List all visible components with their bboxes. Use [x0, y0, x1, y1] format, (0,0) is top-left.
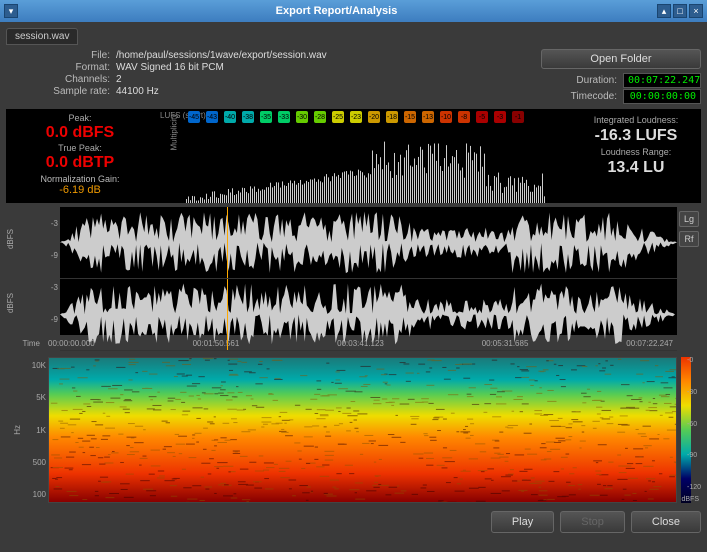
file-value: /home/paul/sessions/1wave/export/session… [116, 50, 327, 61]
lufs-marker: -30 [296, 111, 308, 123]
lufs-marker: -38 [242, 111, 254, 123]
norm-value: -6.19 dB [10, 184, 150, 196]
truepeak-value: 0.0 dBTP [10, 154, 150, 172]
rf-button[interactable]: Rf [679, 231, 699, 247]
samplerate-value: 44100 Hz [116, 86, 159, 97]
color-scale: -0 -30 -60 -90 -120 dBFS [677, 357, 701, 503]
range-label: Loudness Range: [577, 147, 695, 157]
format-value: WAV Signed 16 bit PCM [116, 62, 224, 73]
wave-tick: -9 [44, 315, 58, 324]
integrated-label: Integrated Loudness: [577, 115, 695, 125]
lg-button[interactable]: Lg [679, 211, 699, 227]
format-label: Format: [6, 62, 116, 73]
lufs-marker: -23 [350, 111, 362, 123]
freq-tick: 500 [30, 458, 46, 467]
lufs-marker: -15 [404, 111, 416, 123]
time-label: Time [6, 339, 44, 353]
wave-axis-label-1: dBFS [6, 229, 44, 249]
window-title: Export Report/Analysis [18, 5, 655, 17]
lufs-marker: -5 [476, 111, 488, 123]
close-button[interactable]: Close [631, 511, 701, 533]
lufs-marker: -13 [422, 111, 434, 123]
samplerate-label: Sample rate: [6, 86, 116, 97]
peak-label: Peak: [10, 113, 150, 123]
integrated-value: -16.3 LUFS [577, 127, 695, 145]
freq-tick: 100 [30, 490, 46, 499]
window-menu-icon[interactable]: ▾ [4, 4, 18, 18]
wave-tick: -3 [44, 219, 58, 228]
scale-label: dBFS [681, 496, 699, 503]
lufs-marker: -25 [332, 111, 344, 123]
freq-tick: 10K [30, 361, 46, 370]
norm-label: Normalization Gain: [10, 174, 150, 184]
stop-button[interactable]: Stop [560, 511, 625, 533]
scale-tick: -120 [687, 484, 701, 491]
duration-value: 00:07:22.247 [623, 73, 701, 88]
scale-tick: -90 [687, 452, 701, 459]
file-label: File: [6, 50, 116, 61]
channels-label: Channels: [6, 74, 116, 85]
lufs-marker: -3 [494, 111, 506, 123]
playhead[interactable] [227, 207, 228, 278]
peak-box: Peak: 0.0 dBFS True Peak: 0.0 dBTP Norma… [6, 109, 154, 203]
lufs-marker: -10 [440, 111, 452, 123]
open-folder-button[interactable]: Open Folder [541, 49, 701, 69]
playhead[interactable] [227, 279, 228, 350]
peak-value: 0.0 dBFS [10, 124, 150, 142]
scale-tick: -30 [687, 389, 701, 396]
channels-value: 2 [116, 74, 122, 85]
scale-tick: -60 [687, 421, 701, 428]
wave-tick: -3 [44, 283, 58, 292]
lufs-marker: -40 [224, 111, 236, 123]
play-button[interactable]: Play [491, 511, 554, 533]
scale-tick: -0 [687, 357, 701, 364]
content-area: session.wav File:/home/paul/sessions/1wa… [0, 22, 707, 552]
lufs-marker: -45 [188, 111, 200, 123]
lufs-marker: -1 [512, 111, 524, 123]
close-icon[interactable]: × [689, 4, 703, 18]
lufs-marker: -18 [386, 111, 398, 123]
duration-label: Duration: [541, 75, 623, 86]
maximize-icon[interactable]: □ [673, 4, 687, 18]
loudness-box: Integrated Loudness: -16.3 LUFS Loudness… [571, 109, 701, 203]
timecode-label: Timecode: [541, 91, 623, 102]
tab-session[interactable]: session.wav [6, 28, 78, 45]
timecode-value: 00:00:00:00 [623, 89, 701, 104]
lufs-marker: -20 [368, 111, 380, 123]
multiplicity-label: Multiplicity [170, 114, 179, 151]
range-value: 13.4 LU [577, 159, 695, 177]
lufs-marker: -8 [458, 111, 470, 123]
lufs-marker: -28 [314, 111, 326, 123]
wave-axis-label-2: dBFS [6, 293, 44, 313]
freq-tick: 5K [30, 393, 46, 402]
titlebar: ▾ Export Report/Analysis ▴ □ × [0, 0, 707, 22]
lufs-marker: -43 [206, 111, 218, 123]
lufs-marker: -35 [260, 111, 272, 123]
spectrogram-display[interactable] [48, 357, 677, 503]
truepeak-label: True Peak: [10, 143, 150, 153]
hz-label: Hz [13, 425, 22, 435]
lufs-marker: -33 [278, 111, 290, 123]
waveform-display[interactable] [60, 207, 677, 335]
freq-tick: 1K [30, 426, 46, 435]
minimize-icon[interactable]: ▴ [657, 4, 671, 18]
wave-tick: -9 [44, 251, 58, 260]
lufs-histogram: LUFS (short) Multiplicity -45-43-40-38-3… [158, 109, 567, 203]
